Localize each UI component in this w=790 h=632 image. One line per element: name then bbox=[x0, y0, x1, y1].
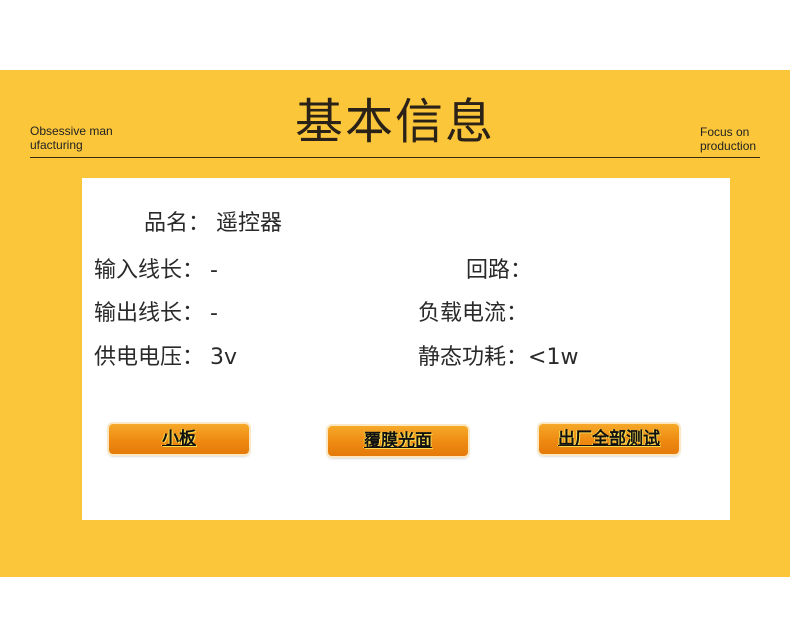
standby-power-label: 静态功耗： bbox=[418, 345, 529, 370]
supply-voltage-label: 供电电压： bbox=[94, 345, 205, 370]
header-band: Obsessive man ufacturing 基本信息 Focus on p… bbox=[0, 70, 790, 577]
output-wire-length-row: 输出线长： - bbox=[94, 300, 218, 328]
product-name-label: 品名： bbox=[144, 211, 211, 236]
output-wire-length-value: - bbox=[210, 301, 218, 326]
circuit-label: 回路： bbox=[466, 258, 533, 283]
header-divider bbox=[30, 157, 760, 158]
input-wire-length-label: 输入线长： bbox=[94, 258, 205, 283]
page-title: 基本信息 bbox=[294, 94, 495, 150]
input-wire-length-row: 输入线长： - bbox=[94, 257, 218, 285]
right-tagline: Focus on production bbox=[700, 125, 757, 153]
small-board-button[interactable]: 小板 bbox=[109, 424, 249, 454]
product-name-row: 品名： 遥控器 bbox=[144, 210, 282, 238]
product-name-value: 遥控器 bbox=[216, 211, 283, 236]
load-current-label: 负载电流： bbox=[418, 301, 529, 326]
load-current-row: 负载电流： bbox=[418, 300, 534, 328]
input-wire-length-value: - bbox=[210, 258, 218, 283]
standby-power-row: 静态功耗：<1w bbox=[418, 344, 578, 372]
info-panel: 品名： 遥控器 输入线长： - 回路： 输出线长： - 负载电流： 供电电压： 3v 静… bbox=[82, 178, 730, 520]
film-gloss-button[interactable]: 覆膜光面 bbox=[328, 426, 468, 456]
supply-voltage-value: 3v bbox=[210, 345, 238, 370]
factory-full-test-button[interactable]: 出厂全部测试 bbox=[539, 424, 679, 454]
standby-power-value: <1w bbox=[528, 345, 579, 370]
supply-voltage-row: 供电电压： 3v bbox=[94, 344, 237, 372]
circuit-row: 回路： bbox=[466, 257, 538, 285]
output-wire-length-label: 输出线长： bbox=[94, 301, 205, 326]
